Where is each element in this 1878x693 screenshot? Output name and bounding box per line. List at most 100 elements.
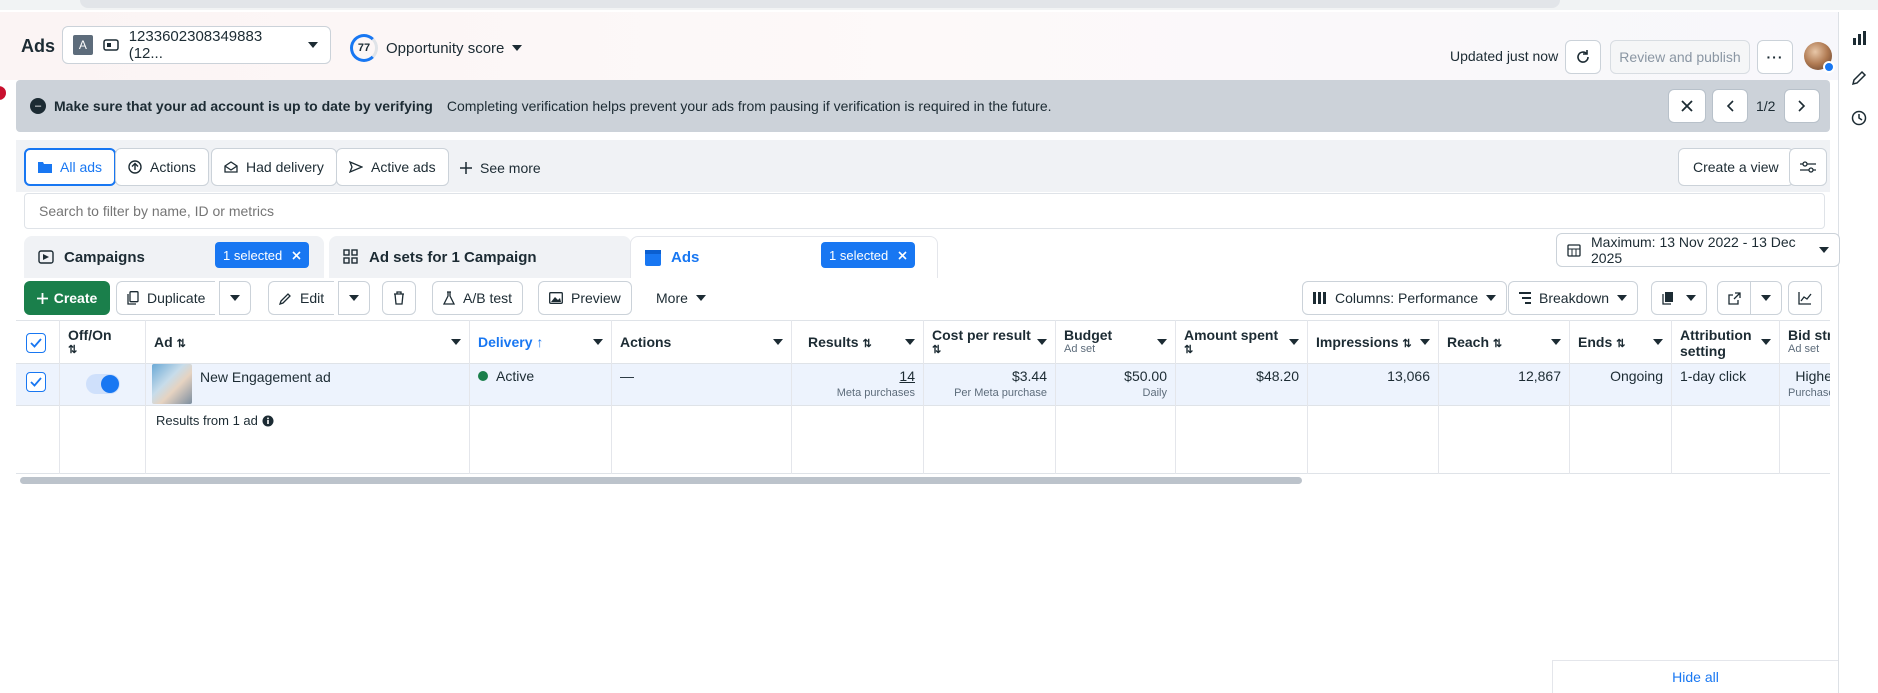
row-checkbox[interactable] — [26, 372, 46, 392]
hide-all-button[interactable]: Hide all — [1552, 660, 1838, 693]
minus-circle-icon: – — [30, 98, 46, 114]
ad-header[interactable]: Ad ⇅ — [146, 320, 469, 364]
create-label: Create — [53, 290, 98, 306]
campaigns-selected-chip[interactable]: 1 selected — [215, 242, 310, 268]
export-dropdown[interactable] — [1750, 281, 1782, 315]
pencil-icon[interactable] — [1851, 70, 1867, 86]
charts-button[interactable] — [1788, 281, 1822, 315]
more-button[interactable]: More — [646, 281, 716, 315]
see-more-label: See more — [480, 160, 541, 176]
copy-icon — [127, 291, 139, 305]
address-bar[interactable] — [80, 0, 1560, 8]
actions-header[interactable]: Actions — [612, 320, 791, 364]
selected-count: 1 selected — [829, 247, 889, 263]
columns-dropdown[interactable]: Columns: Performance — [1302, 281, 1508, 315]
bar-chart-icon[interactable] — [1851, 30, 1867, 46]
create-view-button[interactable]: Create a view — [1678, 148, 1794, 186]
reach-cell: 12,867 — [1518, 368, 1561, 384]
budget-sub: Daily — [1142, 387, 1167, 399]
tab-active-ads[interactable]: Active ads — [336, 148, 449, 186]
selected-count: 1 selected — [223, 247, 283, 263]
header-label: Amount spent — [1184, 327, 1279, 343]
chevron-down-icon — [1551, 339, 1561, 345]
delivery-toggle[interactable] — [86, 374, 120, 394]
horizontal-scrollbar[interactable] — [20, 477, 1302, 484]
amount-cell: $48.20 — [1256, 368, 1299, 384]
ad-name[interactable]: New Engagement ad — [200, 369, 331, 385]
table-toolbar: Create Duplicate Edit A/B test Preview M… — [16, 278, 1830, 320]
breakdown-dropdown[interactable]: Breakdown — [1508, 281, 1639, 315]
plus-icon — [460, 162, 472, 174]
bid-header[interactable]: Bid stra Ad set — [1780, 320, 1830, 364]
ad-name-cell: New Engagement ad — [146, 364, 469, 404]
tab-had-delivery[interactable]: Had delivery — [211, 148, 337, 186]
review-publish-button[interactable]: Review and publish — [1610, 40, 1750, 74]
ends-header[interactable]: Ends ⇅ — [1570, 320, 1671, 364]
cpr-column: Cost per result ⇅ $3.44 Per Meta purchas… — [924, 320, 1056, 474]
ads-selected-chip[interactable]: 1 selected — [821, 242, 916, 268]
avatar[interactable] — [1804, 42, 1835, 73]
chevron-down-icon — [349, 295, 359, 301]
clock-icon[interactable] — [1851, 110, 1867, 126]
chevron-down-icon — [308, 42, 318, 48]
reports-dropdown[interactable] — [1651, 281, 1707, 315]
offon-header[interactable]: Off/On ⇅ — [60, 320, 145, 364]
score-ring: 77 — [350, 34, 378, 62]
actions-column: Actions — — [612, 320, 792, 474]
edit-dropdown[interactable] — [338, 281, 370, 315]
results-from-label: Results from 1 ad — [156, 413, 274, 428]
level-tabs: Campaigns 1 selected Ad sets for 1 Campa… — [16, 230, 1840, 278]
date-range-picker[interactable]: Maximum: 13 Nov 2022 - 13 Dec 2025 — [1556, 233, 1840, 267]
prev-banner-button[interactable] — [1712, 89, 1748, 123]
account-selector[interactable]: A 1233602308349883 (12... — [62, 26, 331, 64]
refresh-button[interactable] — [1565, 40, 1601, 74]
edit-button[interactable]: Edit — [268, 281, 335, 315]
next-banner-button[interactable] — [1784, 89, 1820, 123]
duplicate-button[interactable]: Duplicate — [116, 281, 216, 315]
sort-icon: ⇅ — [862, 338, 872, 350]
delivery-column: Delivery ↑ Active — [470, 320, 612, 474]
more-options-button[interactable]: ··· — [1757, 40, 1793, 74]
ab-test-label: A/B test — [463, 290, 513, 306]
chevron-down-icon — [1157, 339, 1167, 345]
cpr-header[interactable]: Cost per result ⇅ — [924, 320, 1055, 364]
search-input[interactable] — [24, 193, 1825, 229]
account-id: 1233602308349883 (12... — [128, 28, 263, 62]
tab-all-ads[interactable]: All ads — [24, 148, 117, 186]
chevron-down-icon — [512, 45, 523, 51]
view-settings-button[interactable] — [1789, 148, 1827, 186]
close-icon[interactable] — [292, 250, 301, 260]
results-header[interactable]: Results ⇅ — [792, 320, 923, 364]
results-value[interactable]: 14 — [800, 368, 915, 384]
chevron-down-icon — [1486, 295, 1497, 301]
tab-actions[interactable]: Actions — [115, 148, 209, 186]
export-button[interactable] — [1717, 281, 1751, 315]
ad-thumbnail[interactable] — [152, 364, 192, 404]
ab-test-button[interactable]: A/B test — [432, 281, 524, 315]
close-icon[interactable] — [898, 250, 907, 260]
select-all-checkbox[interactable] — [26, 333, 46, 353]
folder-icon — [38, 161, 52, 173]
amount-header[interactable]: Amount spent ⇅ — [1176, 320, 1307, 364]
attribution-header[interactable]: Attribution setting — [1672, 320, 1779, 364]
preview-button[interactable]: Preview — [538, 281, 632, 315]
close-banner-button[interactable] — [1668, 89, 1706, 123]
create-view-label: Create a view — [1693, 159, 1779, 175]
delivery-header[interactable]: Delivery ↑ — [470, 320, 611, 364]
tab-ad-sets[interactable]: Ad sets for 1 Campaign — [329, 236, 631, 278]
envelope-icon — [224, 161, 238, 173]
reach-header[interactable]: Reach ⇅ — [1439, 320, 1569, 364]
header-label: Ends — [1578, 334, 1613, 350]
attribution-column: Attribution setting 1-day click — [1672, 320, 1780, 474]
budget-header[interactable]: Budget Ad set — [1056, 320, 1175, 364]
budget-cell: $50.00 Daily — [1056, 368, 1175, 399]
tab-label: Had delivery — [246, 159, 324, 175]
create-button[interactable]: Create — [24, 281, 110, 315]
see-more-button[interactable]: See more — [460, 160, 541, 176]
info-icon[interactable] — [262, 415, 274, 427]
header-label: Impressions — [1316, 334, 1399, 350]
opportunity-score[interactable]: 77 Opportunity score — [350, 34, 523, 62]
duplicate-dropdown[interactable] — [219, 281, 251, 315]
delete-button[interactable] — [382, 281, 416, 315]
impressions-header[interactable]: Impressions ⇅ — [1308, 320, 1438, 364]
